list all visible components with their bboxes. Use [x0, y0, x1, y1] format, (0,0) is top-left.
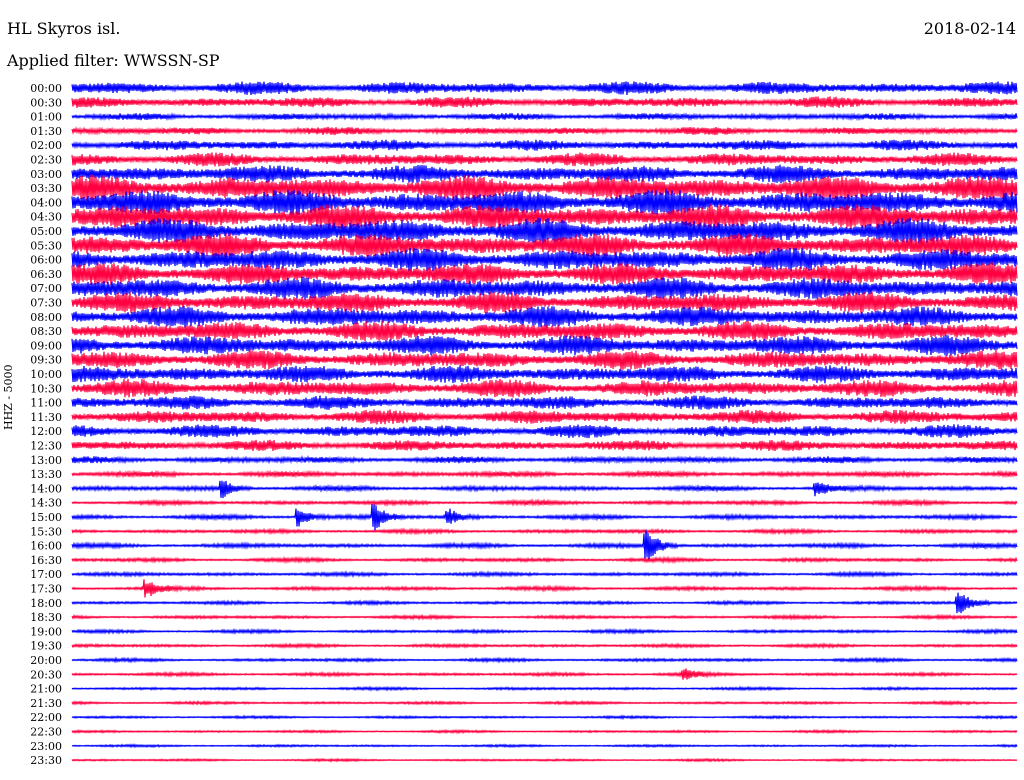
tick-label-0800: 08:00: [30, 311, 62, 324]
tick-label-0900: 09:00: [30, 339, 62, 352]
tick-label-1000: 10:00: [30, 368, 62, 381]
trace-1730: [71, 579, 1018, 598]
trace-0300: [71, 164, 1018, 184]
trace-1700: [71, 569, 1018, 579]
trace-1430: [71, 498, 1018, 508]
tick-label-0500: 05:00: [30, 225, 62, 238]
tick-label-1130: 11:30: [30, 411, 62, 424]
trace-1400: [71, 480, 1018, 499]
trace-2000: [71, 656, 1018, 664]
tick-label-1400: 14:00: [30, 482, 62, 495]
trace-1000: [71, 365, 1018, 384]
tick-label-0330: 03:30: [30, 182, 62, 195]
tick-label-0730: 07:30: [30, 297, 62, 310]
trace-0930: [71, 349, 1018, 370]
trace-2330: [71, 757, 1018, 763]
trace-1230: [71, 439, 1018, 452]
trace-2300: [71, 743, 1018, 749]
trace-0900: [71, 334, 1018, 356]
trace-1500: [71, 504, 1018, 531]
tick-label-0130: 01:30: [30, 125, 62, 138]
tick-label-1330: 13:30: [30, 468, 62, 481]
tick-label-1800: 18:00: [30, 597, 62, 610]
tick-label-1700: 17:00: [30, 568, 62, 581]
tick-label-0300: 03:00: [30, 168, 62, 181]
tick-label-1500: 15:00: [30, 511, 62, 524]
trace-2230: [71, 728, 1018, 735]
tick-label-1100: 11:00: [30, 397, 62, 410]
tick-label-1630: 16:30: [30, 554, 62, 567]
tick-label-0530: 05:30: [30, 239, 62, 252]
trace-0700: [71, 276, 1018, 300]
trace-1200: [71, 424, 1018, 439]
trace-2130: [71, 699, 1018, 707]
tick-label-1730: 17:30: [30, 583, 62, 596]
tick-label-0230: 02:30: [30, 154, 62, 167]
trace-1900: [71, 627, 1018, 636]
trace-1830: [71, 613, 1018, 621]
trace-0230: [71, 152, 1018, 167]
trace-0000: [71, 81, 1018, 95]
tick-label-2200: 22:00: [30, 711, 62, 724]
tick-label-1430: 14:30: [30, 497, 62, 510]
tick-label-1830: 18:30: [30, 611, 62, 624]
tick-label-0400: 04:00: [30, 196, 62, 209]
tick-label-0630: 06:30: [30, 268, 62, 281]
tick-label-0030: 00:30: [30, 96, 62, 109]
tick-label-0200: 02:00: [30, 139, 62, 152]
trace-2030: [71, 668, 1018, 680]
trace-1930: [71, 642, 1018, 650]
tick-label-1900: 19:00: [30, 625, 62, 638]
tick-label-1230: 12:30: [30, 440, 62, 453]
tick-label-2100: 21:00: [30, 683, 62, 696]
trace-1130: [71, 409, 1018, 425]
trace-1530: [71, 527, 1018, 536]
tick-label-0000: 00:00: [30, 82, 62, 95]
trace-0200: [71, 139, 1018, 151]
tick-label-0830: 08:30: [30, 325, 62, 338]
tick-label-2300: 23:00: [30, 740, 62, 753]
tick-label-1300: 13:00: [30, 454, 62, 467]
tick-label-1600: 16:00: [30, 540, 62, 553]
trace-1600: [71, 529, 1018, 561]
trace-2200: [71, 714, 1018, 721]
trace-1800: [71, 592, 1018, 614]
seismogram-plot: 00:0000:30 01:0001:3002:00 02:3003:0003:30…: [30, 81, 1018, 767]
tick-label-0700: 07:00: [30, 282, 62, 295]
tick-label-2130: 21:30: [30, 697, 62, 710]
trace-0030: [71, 96, 1018, 109]
tick-label-1530: 15:30: [30, 525, 62, 538]
trace-1030: [71, 378, 1018, 398]
tick-label-0100: 01:00: [30, 111, 62, 124]
trace-1330: [71, 469, 1018, 479]
tick-label-2030: 20:30: [30, 668, 62, 681]
tick-label-2230: 22:30: [30, 726, 62, 739]
tick-label-1200: 12:00: [30, 425, 62, 438]
tick-label-0430: 04:30: [30, 211, 62, 224]
tick-label-0600: 06:00: [30, 254, 62, 267]
trace-1300: [71, 455, 1018, 465]
trace-1100: [71, 395, 1018, 410]
trace-1630: [71, 555, 1018, 565]
tick-label-2000: 20:00: [30, 654, 62, 667]
tick-label-2330: 23:30: [30, 754, 62, 767]
tick-label-1030: 10:30: [30, 382, 62, 395]
trace-2100: [71, 685, 1018, 692]
trace-0100: [71, 112, 1018, 122]
tick-label-1930: 19:30: [30, 640, 62, 653]
tick-label-0930: 09:30: [30, 354, 62, 367]
trace-0130: [71, 126, 1018, 136]
